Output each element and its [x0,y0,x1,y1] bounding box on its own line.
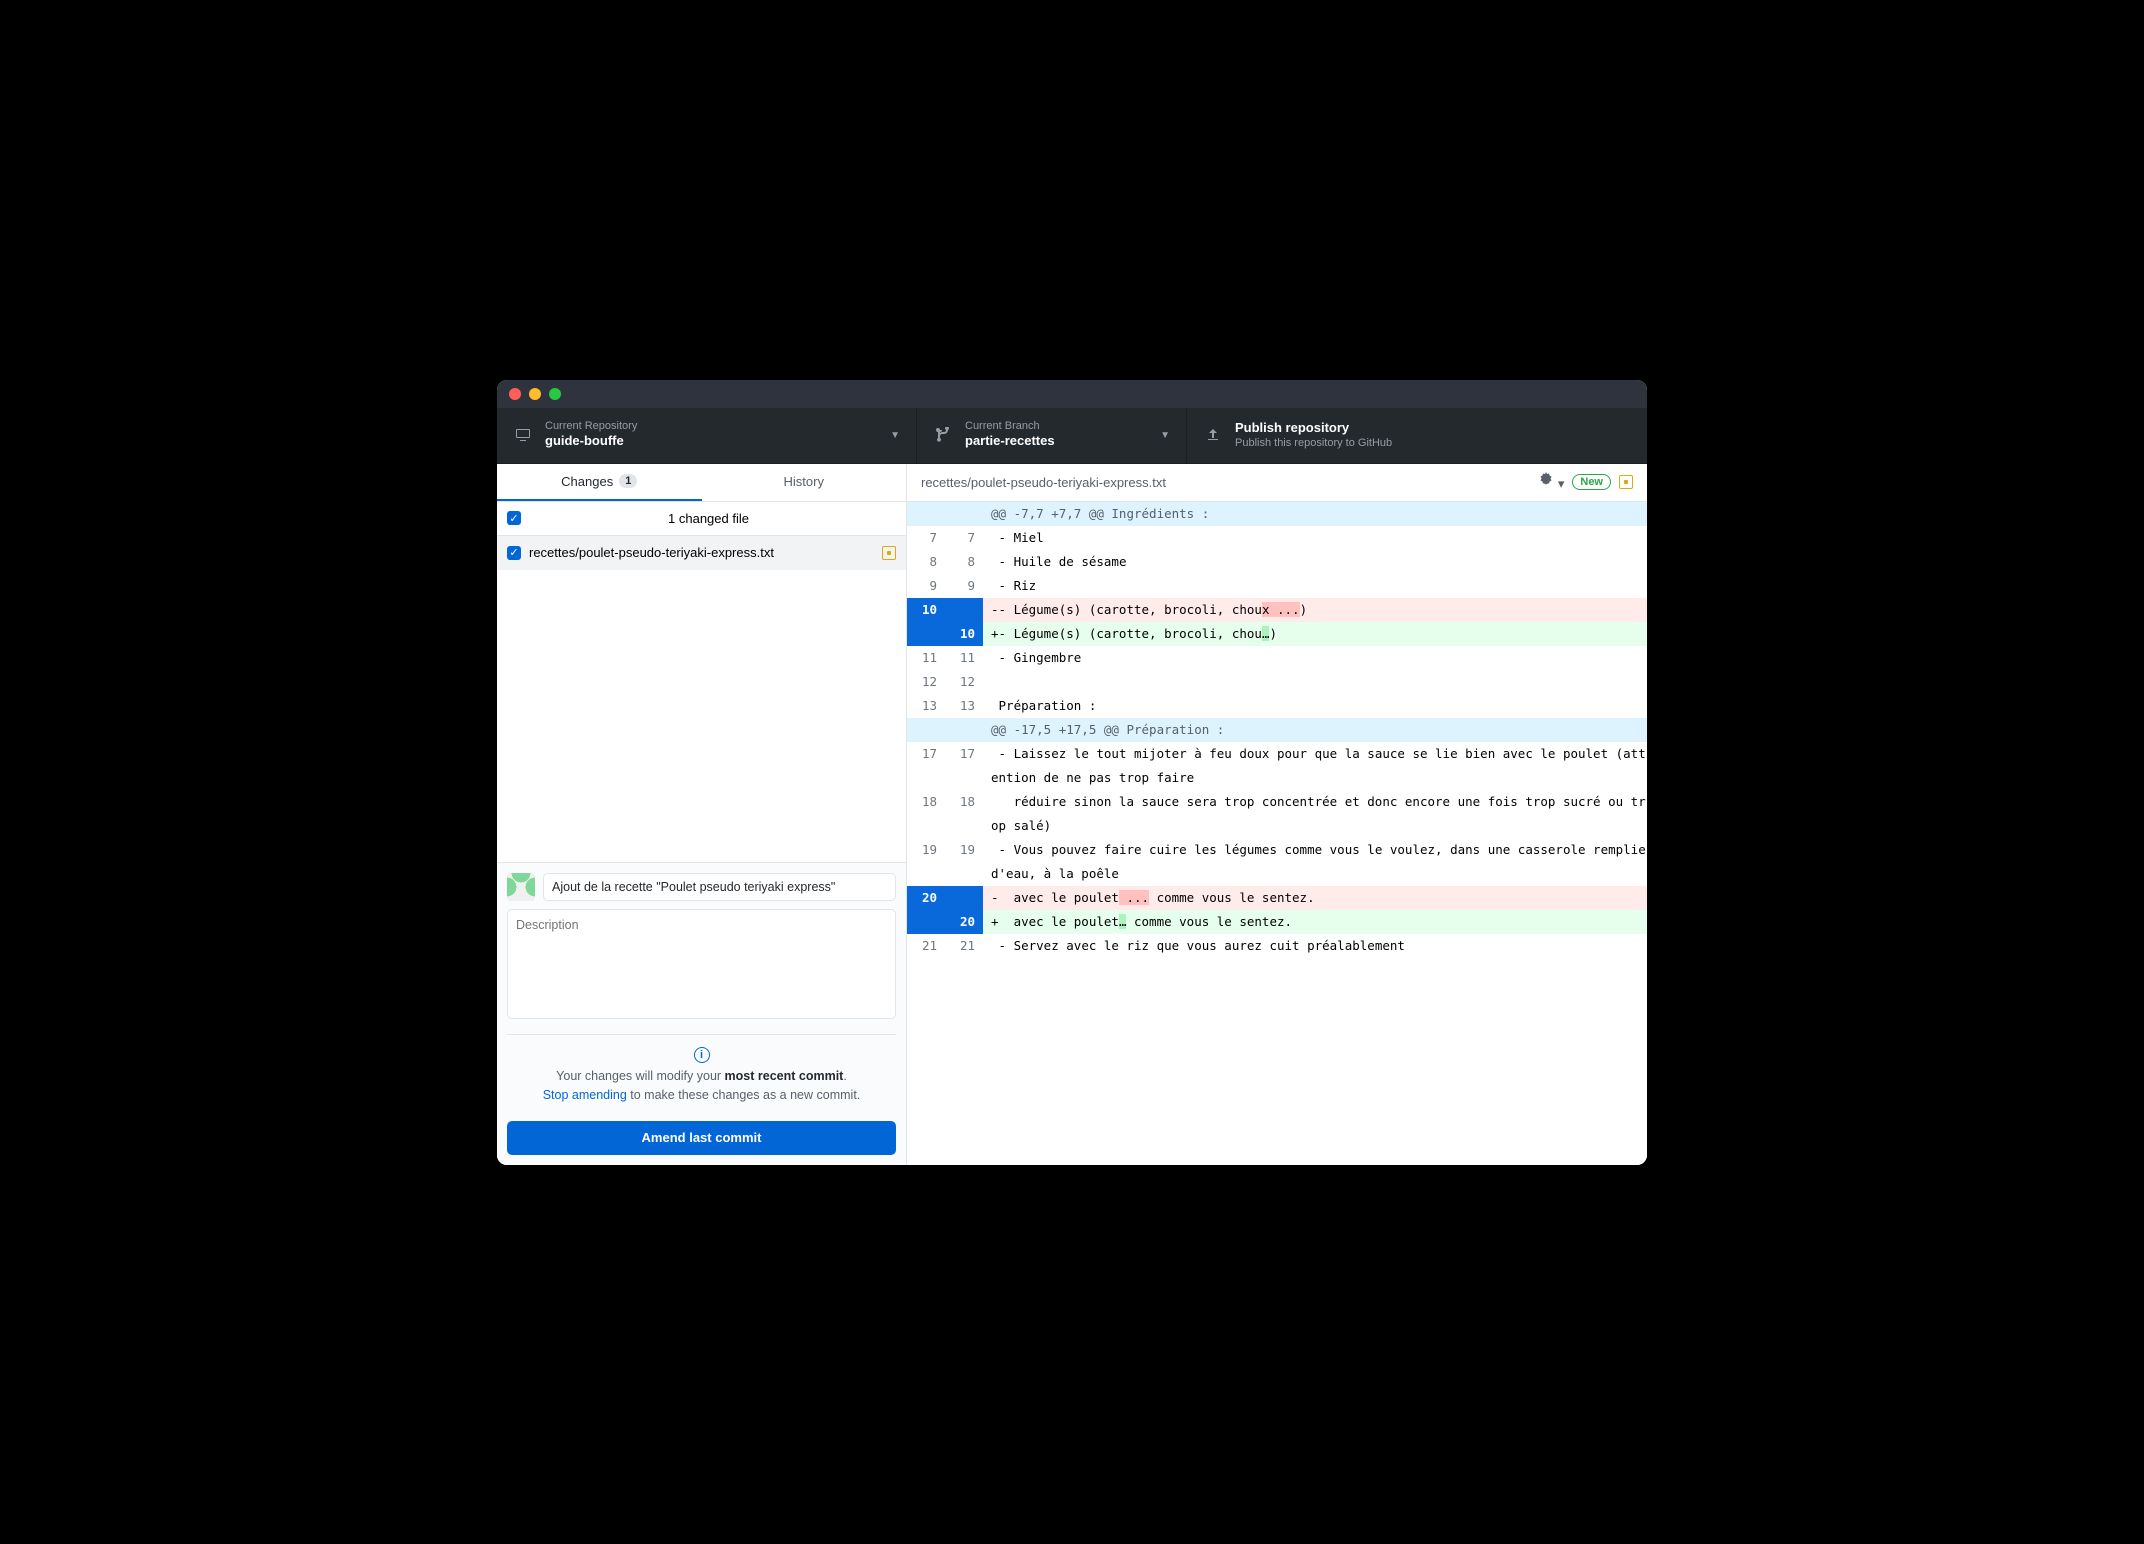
file-list [497,570,906,862]
window-minimize-button[interactable] [529,388,541,400]
monitor-icon [513,427,533,443]
amend-info: i Your changes will modify your most rec… [507,1034,896,1115]
diff-line[interactable]: 20- avec le poulet ... comme vous le sen… [907,886,1647,910]
publish-sublabel: Publish this repository to GitHub [1235,437,1392,450]
amend-info-post: . [843,1069,846,1083]
info-icon: i [694,1047,710,1063]
diff-line[interactable]: 1212 [907,670,1647,694]
diff-pane: recettes/poulet-pseudo-teriyaki-express.… [907,464,1647,1165]
amend-info-pre: Your changes will modify your [556,1069,724,1083]
tab-changes[interactable]: Changes 1 [497,464,702,501]
diff-lines[interactable]: @@ -7,7 +7,7 @@ Ingrédients :77 - Miel88… [907,502,1647,1165]
diff-file-path: recettes/poulet-pseudo-teriyaki-express.… [921,475,1530,490]
repo-value: guide-bouffe [545,433,637,450]
diff-line[interactable]: 1313 Préparation : [907,694,1647,718]
branch-icon [933,427,953,443]
diff-line[interactable]: 77 - Miel [907,526,1647,550]
sidebar: Changes 1 History ✓ 1 changed file ✓ rec… [497,464,907,1165]
diff-header: recettes/poulet-pseudo-teriyaki-express.… [907,464,1647,502]
changes-header-text: 1 changed file [521,511,896,526]
repo-selector[interactable]: Current Repository guide-bouffe ▼ [497,408,917,463]
diff-line[interactable]: 1919 - Vous pouvez faire cuire les légum… [907,838,1647,886]
changes-header: ✓ 1 changed file [497,502,906,536]
chevron-down-icon: ▼ [890,430,900,441]
diff-line[interactable]: 1717 - Laissez le tout mijoter à feu dou… [907,742,1647,790]
changed-file-row[interactable]: ✓ recettes/poulet-pseudo-teriyaki-expres… [497,536,906,570]
publish-label: Publish repository [1235,420,1392,437]
branch-selector[interactable]: Current Branch partie-recettes ▼ [917,408,1187,463]
commit-summary-input[interactable] [543,873,896,901]
diff-line[interactable]: 10-- Légume(s) (carotte, brocoli, choux … [907,598,1647,622]
diff-line[interactable]: 20+ avec le poulet… comme vous le sentez… [907,910,1647,934]
repo-label: Current Repository [545,420,637,433]
new-badge: New [1572,474,1611,490]
tab-history-label: History [784,474,824,489]
diff-line[interactable]: @@ -7,7 +7,7 @@ Ingrédients : [907,502,1647,526]
diff-line[interactable]: 10+- Légume(s) (carotte, brocoli, chou…) [907,622,1647,646]
diff-line[interactable]: 1818 réduire sinon la sauce sera trop co… [907,790,1647,838]
branch-value: partie-recettes [965,433,1055,450]
select-all-checkbox[interactable]: ✓ [507,511,521,525]
commit-description-input[interactable] [507,909,896,1019]
upload-icon [1203,427,1223,443]
app-window: Current Repository guide-bouffe ▼ Curren… [497,380,1647,1165]
window-close-button[interactable] [509,388,521,400]
gear-icon[interactable]: ▾ [1538,472,1564,492]
titlebar[interactable] [497,380,1647,408]
file-checkbox[interactable]: ✓ [507,546,521,560]
amend-info-bold: most recent commit [725,1069,844,1083]
stop-amending-link[interactable]: Stop amending [543,1088,627,1102]
avatar [507,873,535,901]
tab-history[interactable]: History [702,464,907,501]
file-status-modified-icon [882,546,896,560]
amend-commit-button[interactable]: Amend last commit [507,1121,896,1155]
diff-line[interactable]: 2121 - Servez avec le riz que vous aurez… [907,934,1647,958]
publish-button[interactable]: Publish repository Publish this reposito… [1187,408,1647,463]
file-path: recettes/poulet-pseudo-teriyaki-express.… [529,545,774,560]
diff-line[interactable]: 99 - Riz [907,574,1647,598]
diff-status-modified-icon [1619,475,1633,489]
diff-line[interactable]: 88 - Huile de sésame [907,550,1647,574]
changes-count-badge: 1 [619,474,637,488]
toolbar: Current Repository guide-bouffe ▼ Curren… [497,408,1647,464]
branch-label: Current Branch [965,420,1055,433]
tab-changes-label: Changes [561,474,613,489]
chevron-down-icon: ▼ [1160,430,1170,441]
diff-line[interactable]: 1111 - Gingembre [907,646,1647,670]
window-zoom-button[interactable] [549,388,561,400]
diff-line[interactable]: @@ -17,5 +17,5 @@ Préparation : [907,718,1647,742]
commit-box: i Your changes will modify your most rec… [497,862,906,1165]
sidebar-tabs: Changes 1 History [497,464,906,502]
stop-amending-post: to make these changes as a new commit. [627,1088,860,1102]
